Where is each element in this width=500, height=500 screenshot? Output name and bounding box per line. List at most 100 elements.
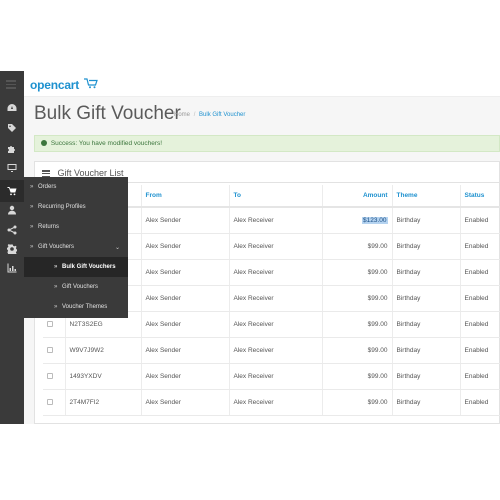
col-amount[interactable]: Amount [321, 185, 392, 208]
amount-text: $99.00 [367, 372, 388, 380]
breadcrumb-home[interactable]: Home [174, 112, 190, 118]
theme-text: Birthday [396, 268, 421, 276]
col-to[interactable]: To [228, 185, 322, 208]
status-text: Enabled [464, 294, 489, 302]
cell-from: Alex Sender [140, 337, 229, 364]
sidebar-rail [0, 71, 24, 424]
user-icon[interactable] [5, 203, 19, 217]
desktop-icon[interactable] [5, 161, 19, 175]
menu-item-voucher-themes-sub[interactable]: » Voucher Themes [24, 297, 128, 317]
from-text: Alex Sender [145, 346, 181, 354]
col-theme[interactable]: Theme [391, 185, 460, 208]
puzzle-icon[interactable] [5, 142, 19, 156]
dashboard-icon[interactable] [5, 101, 19, 115]
cell-theme: Birthday [391, 259, 460, 286]
to-text: Alex Receiver [233, 372, 274, 380]
page-bottom-whitespace [0, 424, 500, 500]
cell-theme: Birthday [391, 389, 460, 416]
chevron-right-icon: » [30, 184, 34, 190]
to-text: Alex Receiver [233, 216, 274, 224]
status-text: Enabled [464, 320, 489, 328]
menu-item-bulk-gift-vouchers-sub[interactable]: » Bulk Gift Vouchers [24, 257, 128, 277]
code-text: 2T4M7FI2 [69, 398, 100, 406]
menu-item-label: Voucher Themes [62, 304, 108, 310]
cell-amount: $99.00 [321, 337, 392, 364]
amount-text: $99.00 [367, 242, 388, 250]
cell-amount: $99.00 [321, 311, 392, 338]
cell-status: Enabled [459, 233, 500, 260]
from-text: Alex Sender [145, 398, 181, 406]
cell-status: Enabled [459, 285, 500, 312]
cell-status: Enabled [459, 259, 500, 286]
col-status[interactable]: Status [459, 185, 500, 208]
chevron-right-icon: » [54, 264, 58, 270]
col-from[interactable]: From [140, 185, 229, 208]
theme-text: Birthday [396, 346, 421, 354]
menu-item-gift-vouchers[interactable]: » Gift Vouchers ⌄ [24, 237, 128, 257]
theme-text: Birthday [396, 242, 421, 250]
theme-text: Birthday [396, 294, 421, 302]
cell-amount: $99.00 [321, 233, 392, 260]
row-checkbox[interactable] [47, 372, 53, 379]
amount-text: $99.00 [367, 268, 388, 276]
chevron-right-icon: » [54, 284, 58, 290]
breadcrumb-current[interactable]: Bulk Gift Voucher [199, 112, 245, 118]
theme-text: Birthday [396, 320, 421, 328]
cell-status: Enabled [459, 389, 500, 416]
row-checkbox[interactable] [47, 320, 53, 327]
share-icon[interactable] [5, 223, 19, 237]
alert-text: Success: You have modified vouchers! [50, 140, 163, 147]
menu-item-recurring-profiles[interactable]: » Recurring Profiles [24, 197, 128, 217]
menu-item-gift-vouchers-sub[interactable]: » Gift Vouchers [24, 277, 128, 297]
row-checkbox[interactable] [47, 346, 53, 353]
from-text: Alex Sender [145, 320, 181, 328]
menu-item-orders[interactable]: » Orders [24, 177, 128, 197]
to-text: Alex Receiver [233, 398, 274, 406]
amount-text: $99.00 [367, 320, 388, 328]
to-text: Alex Receiver [233, 346, 274, 354]
tags-icon[interactable] [5, 121, 19, 135]
to-text: Alex Receiver [233, 268, 274, 276]
code-text: 1493YXDV [69, 372, 102, 380]
table-row: 1493YXDV Alex Sender Alex Receiver $99.00 Bi… [43, 363, 500, 390]
cell-from: Alex Sender [140, 259, 229, 286]
cell-amount: $99.00 [321, 259, 392, 286]
chevron-right-icon: » [30, 244, 34, 250]
menu-item-label: Gift Vouchers [62, 284, 99, 290]
cell-from: Alex Sender [140, 233, 229, 260]
cell-code: 2T4M7FI2 [64, 389, 141, 416]
status-text: Enabled [464, 398, 489, 406]
page-title: Bulk Gift Voucher [34, 103, 181, 124]
sales-flyout-menu: » Orders » Recurring Profiles » Returns » Gift … [24, 177, 128, 318]
success-alert: Success: You have modified vouchers! [34, 135, 500, 152]
cell-to: Alex Receiver [228, 259, 322, 286]
cell-code: W9V7J9W2 [64, 337, 141, 364]
breadcrumb: Home / Bulk Gift Voucher [174, 112, 246, 118]
bar-chart-icon[interactable] [5, 261, 19, 275]
cell-theme: Birthday [391, 233, 460, 260]
menu-toggle-icon[interactable] [6, 80, 16, 89]
amount-text: $99.00 [367, 398, 388, 406]
cell-to: Alex Receiver [228, 233, 322, 260]
shopping-cart-icon[interactable] [5, 184, 19, 198]
top-header: opencart [24, 71, 500, 97]
cell-to: Alex Receiver [228, 337, 322, 364]
cell-from: Alex Sender [140, 207, 229, 234]
cell-amount: $99.00 [321, 363, 392, 390]
cell-amount: $99.00 [321, 285, 392, 312]
cell-to: Alex Receiver [228, 363, 322, 390]
code-text: W9V7J9W2 [69, 346, 104, 354]
cell-to: Alex Receiver [228, 207, 322, 234]
amount-text: $123.00 [362, 216, 388, 224]
opencart-logo[interactable]: opencart [30, 78, 98, 92]
logo-text: opencart [30, 78, 80, 92]
cell-theme: Birthday [391, 285, 460, 312]
row-checkbox[interactable] [47, 398, 53, 405]
cell-status: Enabled [459, 311, 500, 338]
menu-item-label: Returns [38, 224, 60, 230]
cog-icon[interactable] [5, 242, 19, 256]
from-text: Alex Sender [145, 268, 181, 276]
menu-item-returns[interactable]: » Returns [24, 217, 128, 237]
cell-from: Alex Sender [140, 311, 229, 338]
cell-theme: Birthday [391, 311, 460, 338]
